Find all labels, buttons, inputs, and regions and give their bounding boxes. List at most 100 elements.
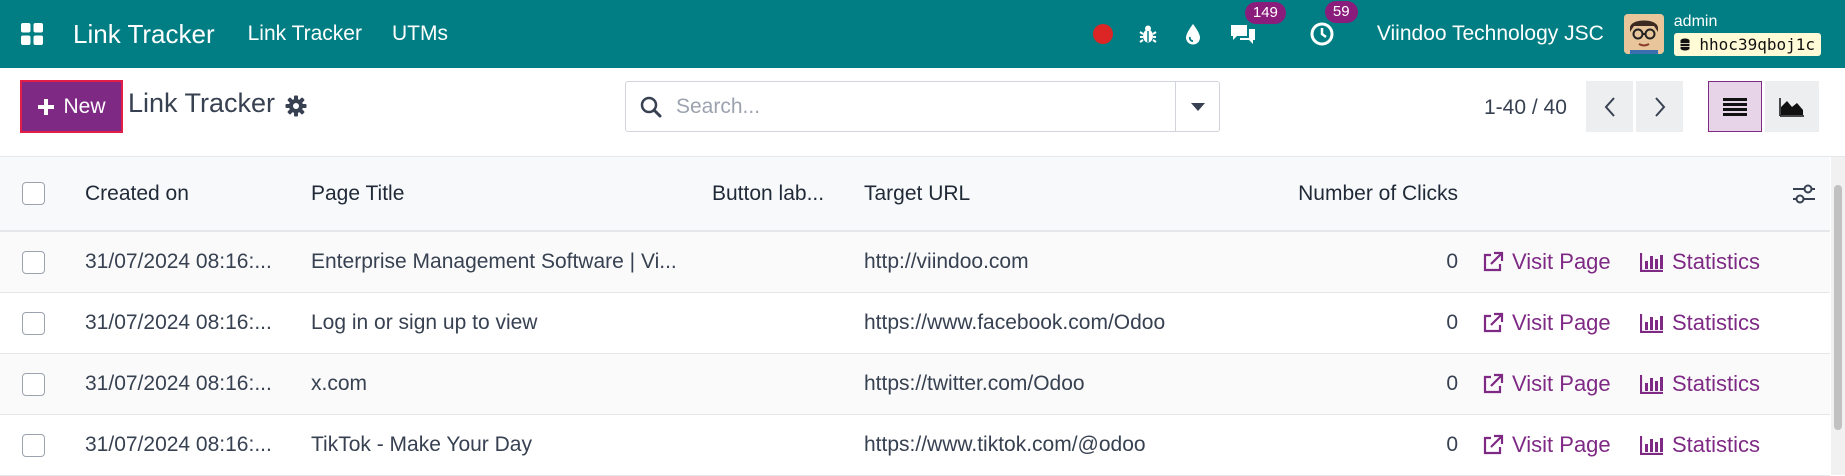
search-input[interactable]	[676, 94, 1175, 119]
statistics-button[interactable]: Statistics	[1640, 354, 1760, 414]
pager-value[interactable]: 1-40 / 40	[1484, 96, 1567, 120]
graph-view-button[interactable]	[1765, 81, 1819, 132]
cell-number-of-clicks: 0	[1446, 372, 1458, 395]
droplet-icon	[1185, 24, 1200, 45]
visit-page-label: Visit Page	[1512, 432, 1611, 457]
chat-icon	[1230, 25, 1255, 44]
column-button-label[interactable]: Button lab...	[712, 157, 834, 230]
list-view-button[interactable]	[1708, 81, 1762, 132]
cell-created-on: 31/07/2024 08:16:...	[85, 250, 272, 273]
menu-link-tracker[interactable]: Link Tracker	[248, 22, 362, 46]
database-tag: hhoc39qboj1c	[1673, 32, 1821, 56]
visit-page-button[interactable]: Visit Page	[1482, 354, 1611, 414]
select-all-cell	[22, 157, 45, 230]
search-options-toggle[interactable]	[1175, 82, 1219, 131]
external-link-icon	[1483, 251, 1504, 272]
page-title: Link Tracker	[128, 88, 276, 118]
table-row[interactable]: 31/07/2024 08:16:... x.com https://twitt…	[0, 354, 1830, 415]
search-icon-wrap	[626, 95, 676, 119]
external-link-icon	[1483, 373, 1504, 394]
chevron-left-icon	[1604, 96, 1615, 117]
row-select-cell	[22, 354, 45, 414]
table-header: Created on Page Title Button lab... Targ…	[0, 157, 1830, 232]
optional-columns-toggle[interactable]	[1792, 157, 1816, 230]
statistics-button[interactable]: Statistics	[1640, 415, 1760, 475]
cell-created-on: 31/07/2024 08:16:...	[85, 372, 272, 395]
bar-chart-icon	[1640, 253, 1663, 272]
gear-icon	[285, 95, 307, 117]
systray: 149 59 Viindoo Technology JSC admin hhoc…	[1081, 0, 1845, 68]
statistics-button[interactable]: Statistics	[1640, 232, 1760, 292]
record-button[interactable]	[1092, 24, 1113, 44]
messages-button[interactable]: 149	[1229, 2, 1286, 46]
theme-button[interactable]	[1183, 22, 1203, 46]
user-menu[interactable]: admin hhoc39qboj1c	[1673, 12, 1821, 56]
row-checkbox[interactable]	[22, 250, 45, 274]
row-checkbox[interactable]	[22, 372, 45, 396]
cell-created-on: 31/07/2024 08:16:...	[85, 433, 272, 456]
database-icon	[1680, 38, 1690, 50]
apps-menu-button[interactable]	[0, 0, 64, 68]
select-all-checkbox[interactable]	[22, 182, 45, 205]
pager-next-button[interactable]	[1636, 81, 1683, 132]
visit-page-button[interactable]: Visit Page	[1482, 232, 1611, 292]
apps-grid-icon	[21, 23, 43, 45]
top-navbar: Link Tracker Link Tracker UTMs 149 59 Vi…	[0, 0, 1845, 68]
chevron-right-icon	[1654, 96, 1665, 117]
statistics-button[interactable]: Statistics	[1640, 293, 1760, 353]
database-name: hhoc39qboj1c	[1699, 34, 1815, 54]
vertical-scrollbar[interactable]	[1831, 157, 1845, 475]
cell-page-title: TikTok - Make Your Day	[311, 433, 532, 456]
cell-number-of-clicks: 0	[1446, 433, 1458, 456]
cell-target-url: http://viindoo.com	[864, 250, 1029, 273]
row-checkbox[interactable]	[22, 433, 45, 457]
statistics-label: Statistics	[1672, 249, 1761, 274]
new-button[interactable]: New	[20, 80, 123, 133]
table-row[interactable]: 31/07/2024 08:16:... Enterprise Manageme…	[0, 232, 1830, 293]
control-panel: New Link Tracker Search... 1-40 / 40	[0, 68, 1845, 157]
column-created-on[interactable]: Created on	[85, 157, 189, 230]
statistics-label: Statistics	[1672, 432, 1761, 457]
row-select-cell	[22, 232, 45, 292]
list-icon	[1723, 97, 1747, 116]
cell-created-on: 31/07/2024 08:16:...	[85, 311, 272, 334]
cell-button-label	[712, 415, 834, 475]
user-name: admin	[1673, 12, 1718, 30]
table-row[interactable]: 31/07/2024 08:16:... TikTok - Make Your …	[0, 415, 1830, 476]
cell-page-title: x.com	[311, 372, 368, 395]
company-switcher[interactable]: Viindoo Technology JSC	[1377, 22, 1604, 46]
cell-button-label	[712, 293, 834, 353]
pager-previous-button[interactable]	[1586, 81, 1633, 132]
user-avatar-icon	[1623, 14, 1664, 54]
plus-icon	[38, 98, 55, 115]
visit-page-button[interactable]: Visit Page	[1482, 415, 1611, 475]
debug-button[interactable]	[1137, 23, 1159, 45]
bar-chart-icon	[1640, 375, 1663, 394]
column-number-of-clicks[interactable]: Number of Clicks	[1100, 157, 1458, 230]
menu-utms[interactable]: UTMs	[392, 22, 448, 46]
bar-chart-icon	[1640, 314, 1663, 333]
record-dot-icon	[1092, 24, 1113, 44]
external-link-icon	[1483, 434, 1504, 455]
cell-button-label	[712, 354, 834, 414]
activities-button[interactable]: 59	[1309, 1, 1358, 47]
area-chart-icon	[1779, 97, 1804, 117]
column-target-url[interactable]: Target URL	[864, 157, 970, 230]
actions-gear-button[interactable]	[284, 94, 308, 118]
table-body: 31/07/2024 08:16:... Enterprise Manageme…	[0, 232, 1830, 476]
row-select-cell	[22, 415, 45, 475]
table-row[interactable]: 31/07/2024 08:16:... Log in or sign up t…	[0, 293, 1830, 354]
external-link-icon	[1483, 312, 1504, 333]
visit-page-label: Visit Page	[1512, 310, 1611, 335]
scrollbar-thumb[interactable]	[1834, 185, 1842, 430]
statistics-label: Statistics	[1672, 310, 1761, 335]
cell-page-title: Log in or sign up to view	[311, 311, 538, 334]
app-brand[interactable]: Link Tracker	[73, 19, 215, 50]
visit-page-button[interactable]: Visit Page	[1482, 293, 1611, 353]
row-checkbox[interactable]	[22, 311, 45, 335]
sliders-icon	[1793, 184, 1815, 203]
column-page-title[interactable]: Page Title	[311, 157, 404, 230]
row-select-cell	[22, 293, 45, 353]
avatar[interactable]	[1623, 14, 1664, 54]
cell-number-of-clicks: 0	[1446, 250, 1458, 273]
